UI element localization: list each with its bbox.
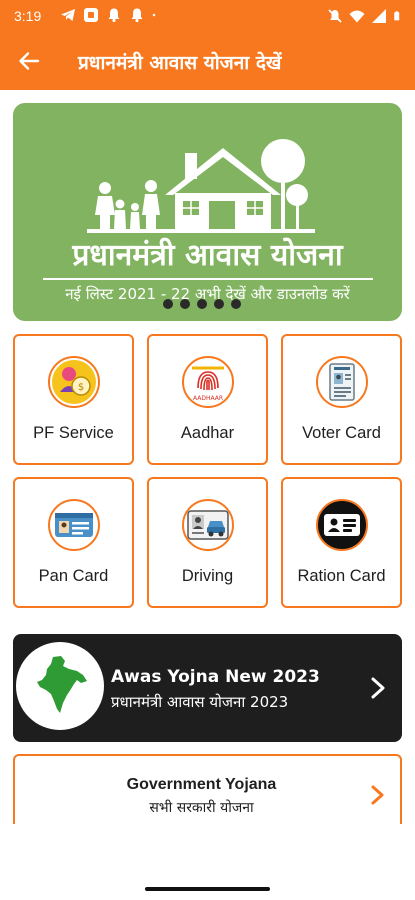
carousel-dot[interactable] <box>214 299 224 309</box>
pf-service-icon: $ <box>48 356 100 408</box>
carousel-dot[interactable] <box>231 299 241 309</box>
bell-icon <box>108 8 120 23</box>
status-time: 3:19 <box>14 8 42 24</box>
services-grid: $ PF Service AADHAAR Aadhar Voter Card P… <box>13 334 402 608</box>
ration-card-label: Ration Card <box>297 567 386 585</box>
awas-card-subtitle: प्रधानमंत्री आवास योजना 2023 <box>111 693 289 711</box>
svg-text:AADHAAR: AADHAAR <box>193 395 223 402</box>
carousel-indicator <box>163 299 241 309</box>
voter-card-label: Voter Card <box>302 424 381 442</box>
pf-service-label: PF Service <box>33 424 114 442</box>
pan-card-icon <box>48 499 100 551</box>
bell-icon <box>131 8 143 23</box>
signal-icon <box>372 9 386 23</box>
india-map-icon <box>16 642 104 730</box>
voter-card-tile[interactable]: Voter Card <box>281 334 402 465</box>
driving-tile[interactable]: Driving <box>147 477 268 608</box>
banner-title: प्रधानमंत्री आवास योजना <box>72 238 343 273</box>
voter-card-icon <box>316 356 368 408</box>
telegram-icon <box>61 9 75 21</box>
page-title: प्रधानमंत्री आवास योजना देखें <box>78 52 282 74</box>
pan-card-tile[interactable]: Pan Card <box>13 477 134 608</box>
aadhaar-fingerprint-icon: AADHAAR <box>182 356 234 408</box>
back-button[interactable] <box>14 46 44 76</box>
driving-label: Driving <box>181 567 234 585</box>
carousel-dot[interactable] <box>197 299 207 309</box>
awas-yojna-card[interactable]: Awas Yojna New 2023 प्रधानमंत्री आवास यो… <box>13 634 402 742</box>
ration-card-icon <box>316 499 368 551</box>
chevron-right-icon <box>371 785 384 805</box>
gesture-nav-handle[interactable] <box>145 887 270 891</box>
aadhar-label: Aadhar <box>180 424 235 442</box>
ration-card-tile[interactable]: Ration Card <box>281 477 402 608</box>
driving-license-icon <box>182 499 234 551</box>
government-yojana-card[interactable]: Government Yojana सभी सरकारी योजना <box>13 754 402 824</box>
battery-icon <box>394 11 400 21</box>
status-system-icons <box>327 8 403 24</box>
carousel-dot[interactable] <box>163 299 173 309</box>
gov-card-title: Government Yojana <box>126 776 277 793</box>
wifi-icon <box>349 10 365 23</box>
banner-divider <box>43 278 373 280</box>
svg-text:$: $ <box>78 382 84 393</box>
banner-carousel[interactable]: प्रधानमंत्री आवास योजना नई लिस्ट 2021 - … <box>13 103 402 321</box>
aadhar-tile[interactable]: AADHAAR Aadhar <box>147 334 268 465</box>
gov-card-subtitle: सभी सरकारी योजना <box>149 800 254 816</box>
carousel-dot[interactable] <box>180 299 190 309</box>
mute-icon <box>328 9 342 23</box>
pan-card-label: Pan Card <box>38 567 109 585</box>
status-notification-icons <box>60 7 160 23</box>
app-square-icon <box>84 8 98 22</box>
chevron-right-icon <box>371 677 385 699</box>
awas-card-title: Awas Yojna New 2023 <box>111 667 320 687</box>
status-bar: 3:19 <box>0 0 415 32</box>
pf-service-tile[interactable]: $ PF Service <box>13 334 134 465</box>
dot-icon <box>152 13 156 17</box>
arrow-left-icon <box>19 52 40 70</box>
app-bar: प्रधानमंत्री आवास योजना देखें <box>0 32 415 90</box>
